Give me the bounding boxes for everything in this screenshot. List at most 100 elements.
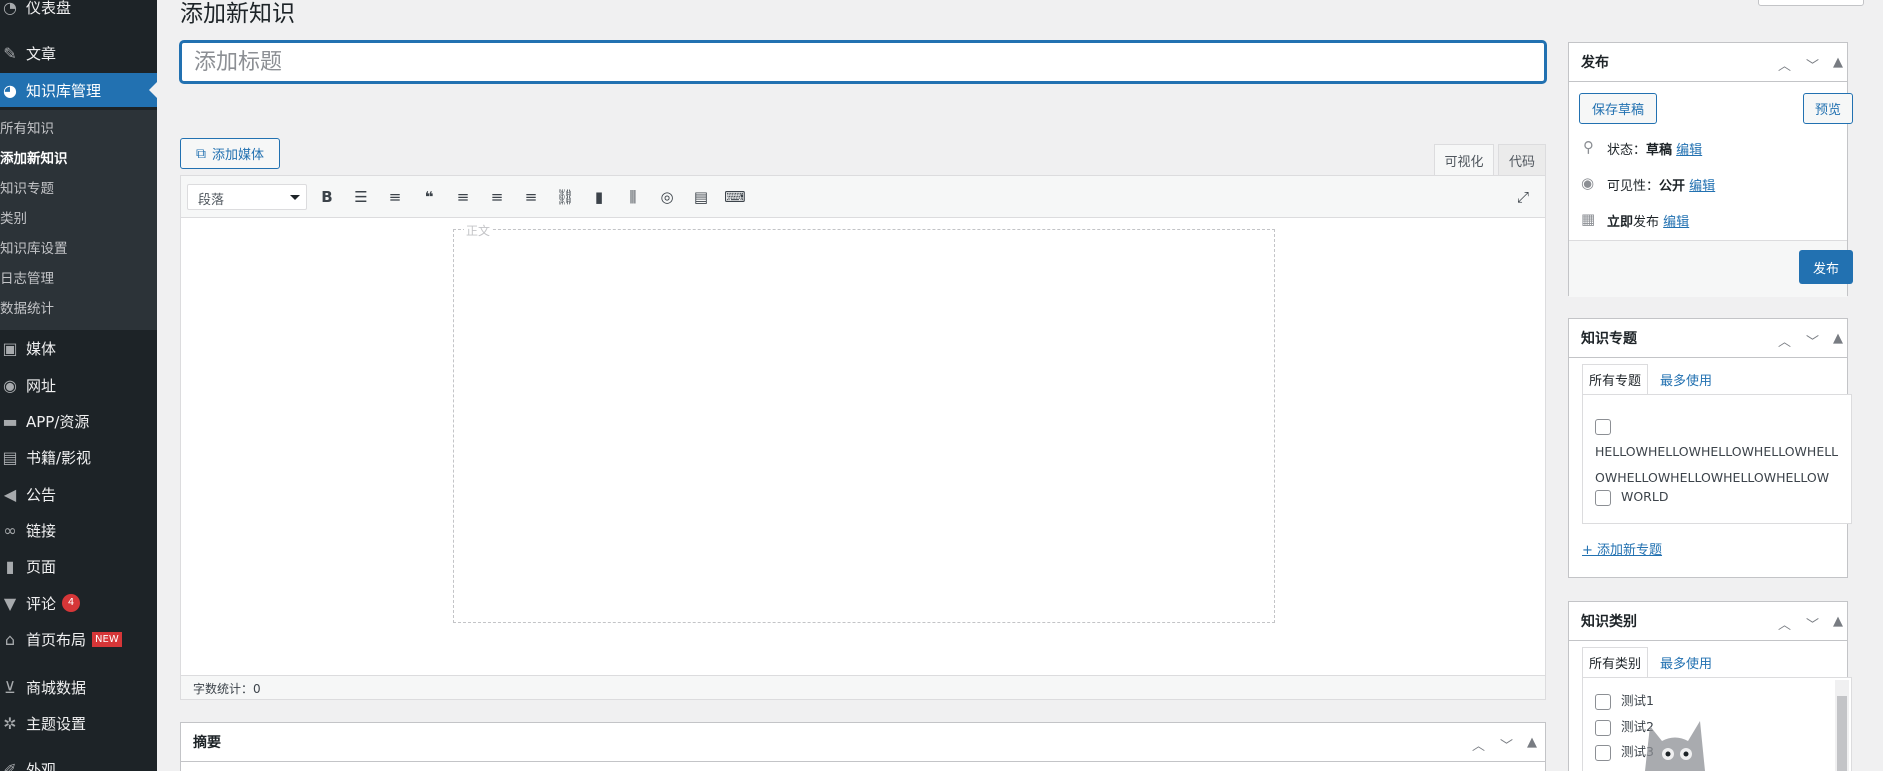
megaphone-icon: ◀ xyxy=(3,484,17,504)
category-checkbox[interactable] xyxy=(1595,719,1611,736)
menu-links[interactable]: ∞ 链接 xyxy=(0,513,157,547)
menu-knowledge[interactable]: ◕ 知识库管理 xyxy=(0,73,157,107)
columns-icon[interactable]: ⫼ xyxy=(621,186,645,208)
gear-icon: ✲ xyxy=(3,713,17,733)
visibility-row: 可见性：公开 编辑 xyxy=(1607,179,1716,194)
toggle-icon[interactable]: ▲ xyxy=(1833,331,1843,346)
menu-posts[interactable]: ✎ 文章 xyxy=(0,36,157,70)
menu-urls[interactable]: ◉ 网址 xyxy=(0,368,157,402)
edit-visibility-link[interactable]: 编辑 xyxy=(1689,179,1715,194)
topic-checkbox[interactable] xyxy=(1595,418,1611,435)
edit-status-link[interactable]: 编辑 xyxy=(1676,143,1702,158)
brush-icon: ✐ xyxy=(3,759,17,771)
save-draft-button[interactable]: 保存草稿 xyxy=(1579,93,1657,124)
scrollbar-thumb[interactable] xyxy=(1837,696,1847,771)
chevron-down-icon[interactable]: ﹀ xyxy=(1500,735,1513,754)
tab-code[interactable]: 代码 xyxy=(1498,144,1546,175)
menu-theme-settings[interactable]: ✲ 主题设置 xyxy=(0,706,157,740)
submenu-settings[interactable]: 知识库设置 xyxy=(0,238,68,260)
menu-dashboard[interactable]: ◔ 仪表盘 xyxy=(0,0,157,24)
add-topic-link[interactable]: + 添加新专题 xyxy=(1582,539,1662,558)
numbered-list-icon[interactable]: ≡ xyxy=(383,186,407,208)
publish-actions: 发布 xyxy=(1569,240,1853,297)
toggle-icon[interactable]: ▲ xyxy=(1833,614,1843,629)
menu-comments[interactable]: ▼ 评论 4 xyxy=(0,586,157,620)
list-item[interactable]: HELLOWHELLOWHELLOWHELLOWHELLOWHELLOWHELL… xyxy=(1595,413,1845,491)
cart-icon: ⊻ xyxy=(4,677,16,697)
pin-icon: ✎ xyxy=(3,43,17,63)
menu-media[interactable]: ▣ 媒体 xyxy=(0,331,157,365)
post-title-input[interactable] xyxy=(180,41,1546,83)
align-center-icon[interactable]: ≡ xyxy=(485,186,509,208)
chevron-down-icon[interactable]: ﹀ xyxy=(1806,614,1819,633)
menu-apps[interactable]: ▬ APP/资源 xyxy=(0,404,157,438)
keyboard-icon[interactable]: ⌨ xyxy=(723,186,747,208)
link-icon[interactable]: ⛓ xyxy=(553,186,577,208)
admin-sidebar: ◔ 仪表盘 ✎ 文章 ◕ 知识库管理 所有知识 添加新知识 知识专题 类别 知识… xyxy=(0,0,157,771)
tab-all-categories[interactable]: 所有类别 xyxy=(1582,647,1649,678)
align-right-icon[interactable]: ≡ xyxy=(519,186,543,208)
submenu-logs[interactable]: 日志管理 xyxy=(0,268,54,290)
editor: 段落 B ☰ ≡ ❝ ≡ ≡ ≡ ⛓ ▮ ⫼ ◎ ▤ ⌨ ⤢ 正文 字数统计：0 xyxy=(180,175,1546,700)
comment-count-badge: 4 xyxy=(62,594,81,612)
fullscreen-icon[interactable]: ⤢ xyxy=(1511,186,1535,208)
tab-most-used-topics[interactable]: 最多使用 xyxy=(1660,370,1712,389)
chevron-up-icon[interactable]: ︿ xyxy=(1472,735,1485,754)
submenu-categories[interactable]: 类别 xyxy=(0,208,27,230)
menu-home-layout[interactable]: ⌂ 首页布局 NEW xyxy=(0,622,157,656)
toggle-icon[interactable]: ▲ xyxy=(1833,55,1843,70)
categories-box-title: 知识类别 xyxy=(1581,614,1637,630)
submenu-all-knowledge[interactable]: 所有知识 xyxy=(0,118,54,140)
publish-button[interactable]: 发布 xyxy=(1799,250,1853,284)
blockquote-icon[interactable]: ❝ xyxy=(417,186,441,208)
form-icon[interactable]: ▤ xyxy=(689,186,713,208)
excerpt-box: 摘要 ︿ ﹀ ▲ xyxy=(180,722,1546,771)
align-left-icon[interactable]: ≡ xyxy=(451,186,475,208)
category-checkbox[interactable] xyxy=(1595,744,1611,761)
submenu-topics[interactable]: 知识专题 xyxy=(0,178,54,200)
bullet-list-icon[interactable]: ☰ xyxy=(349,186,373,208)
tab-visual[interactable]: 可视化 xyxy=(1434,144,1494,175)
menu-notices[interactable]: ◀ 公告 xyxy=(0,477,157,511)
media-icon: ⧉ xyxy=(195,145,206,162)
comment-icon: ▼ xyxy=(3,593,17,613)
media-icon: ▣ xyxy=(2,338,18,358)
chevron-up-icon[interactable]: ︿ xyxy=(1778,55,1791,74)
screen-options-button[interactable] xyxy=(1758,0,1864,6)
menu-books[interactable]: ▤ 书籍/影视 xyxy=(0,440,157,474)
content-placeholder: 正文 xyxy=(464,222,493,239)
categories-list: 测试1 测试2 测试3 xyxy=(1582,677,1852,771)
hide-icon[interactable]: ◎ xyxy=(655,186,679,208)
bold-icon[interactable]: B xyxy=(315,186,339,208)
page-title: 添加新知识 xyxy=(180,1,295,27)
content-area[interactable]: 正文 xyxy=(453,222,1275,623)
list-item[interactable]: WORLD xyxy=(1595,489,1668,506)
tab-most-used-categories[interactable]: 最多使用 xyxy=(1660,653,1712,672)
categories-scrollbar[interactable] xyxy=(1835,680,1849,771)
home-icon: ⌂ xyxy=(4,629,16,649)
menu-appearance[interactable]: ✐ 外观 xyxy=(0,752,157,771)
chevron-up-icon[interactable]: ︿ xyxy=(1778,331,1791,350)
format-select[interactable]: 段落 xyxy=(187,184,307,210)
dashboard-icon: ◔ xyxy=(3,0,17,17)
palette-icon: ◕ xyxy=(3,80,17,100)
status-row: 状态：草稿 编辑 xyxy=(1607,143,1703,158)
page-icon: ▮ xyxy=(5,556,15,576)
toggle-icon[interactable]: ▲ xyxy=(1527,735,1537,750)
knowledge-submenu: 所有知识 添加新知识 知识专题 类别 知识库设置 日志管理 数据统计 xyxy=(0,110,157,330)
app-icon: ▬ xyxy=(2,411,18,431)
menu-shop[interactable]: ⊻ 商城数据 xyxy=(0,670,157,704)
category-checkbox[interactable] xyxy=(1595,693,1611,710)
preview-button[interactable]: 预览 xyxy=(1803,93,1853,124)
topic-checkbox[interactable] xyxy=(1595,489,1611,506)
tab-all-topics[interactable]: 所有专题 xyxy=(1582,364,1649,395)
edit-schedule-link[interactable]: 编辑 xyxy=(1663,215,1689,230)
menu-pages[interactable]: ▮ 页面 xyxy=(0,549,157,583)
submenu-stats[interactable]: 数据统计 xyxy=(0,298,54,320)
chevron-up-icon[interactable]: ︿ xyxy=(1778,614,1791,633)
chevron-down-icon[interactable]: ﹀ xyxy=(1806,331,1819,350)
add-media-button[interactable]: ⧉ 添加媒体 xyxy=(180,138,280,169)
more-tag-icon[interactable]: ▮ xyxy=(587,186,611,208)
submenu-add-knowledge[interactable]: 添加新知识 xyxy=(0,148,68,170)
chevron-down-icon[interactable]: ﹀ xyxy=(1806,55,1819,74)
